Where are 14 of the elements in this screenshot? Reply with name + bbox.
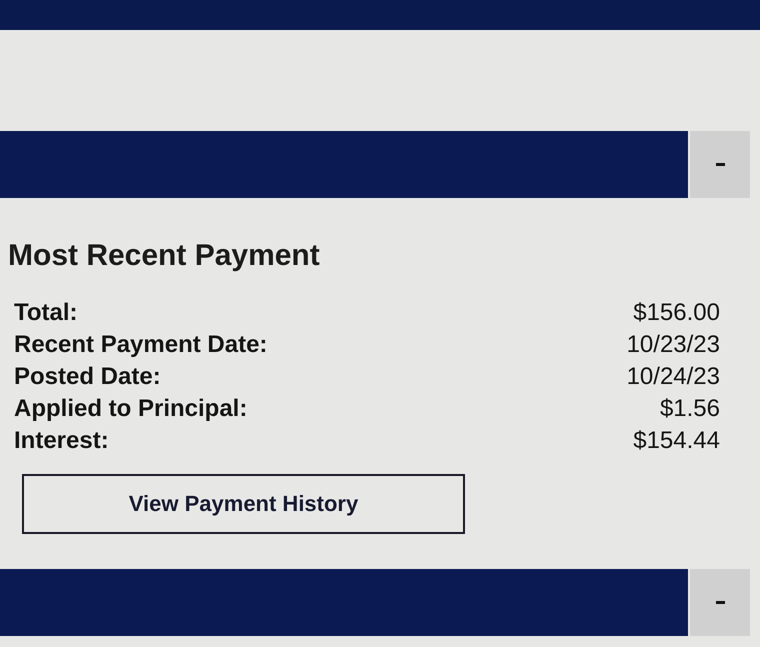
field-label: Recent Payment Date: — [14, 331, 268, 359]
collapse-button[interactable] — [690, 569, 750, 636]
collapse-button[interactable] — [690, 131, 750, 198]
field-value: $1.56 — [660, 395, 720, 423]
section-heading: Most Recent Payment — [8, 238, 321, 274]
field-label: Posted Date: — [14, 363, 161, 391]
field-label: Applied to Principal: — [14, 395, 248, 423]
field-value: $154.44 — [633, 427, 720, 455]
field-value: 10/24/23 — [626, 363, 720, 391]
field-label: Interest: — [14, 427, 109, 455]
view-history-button[interactable]: View Payment History — [22, 474, 465, 534]
field-value: $156.00 — [633, 299, 720, 327]
field-label: Total: — [14, 299, 78, 327]
field-value: 10/23/23 — [626, 331, 720, 359]
